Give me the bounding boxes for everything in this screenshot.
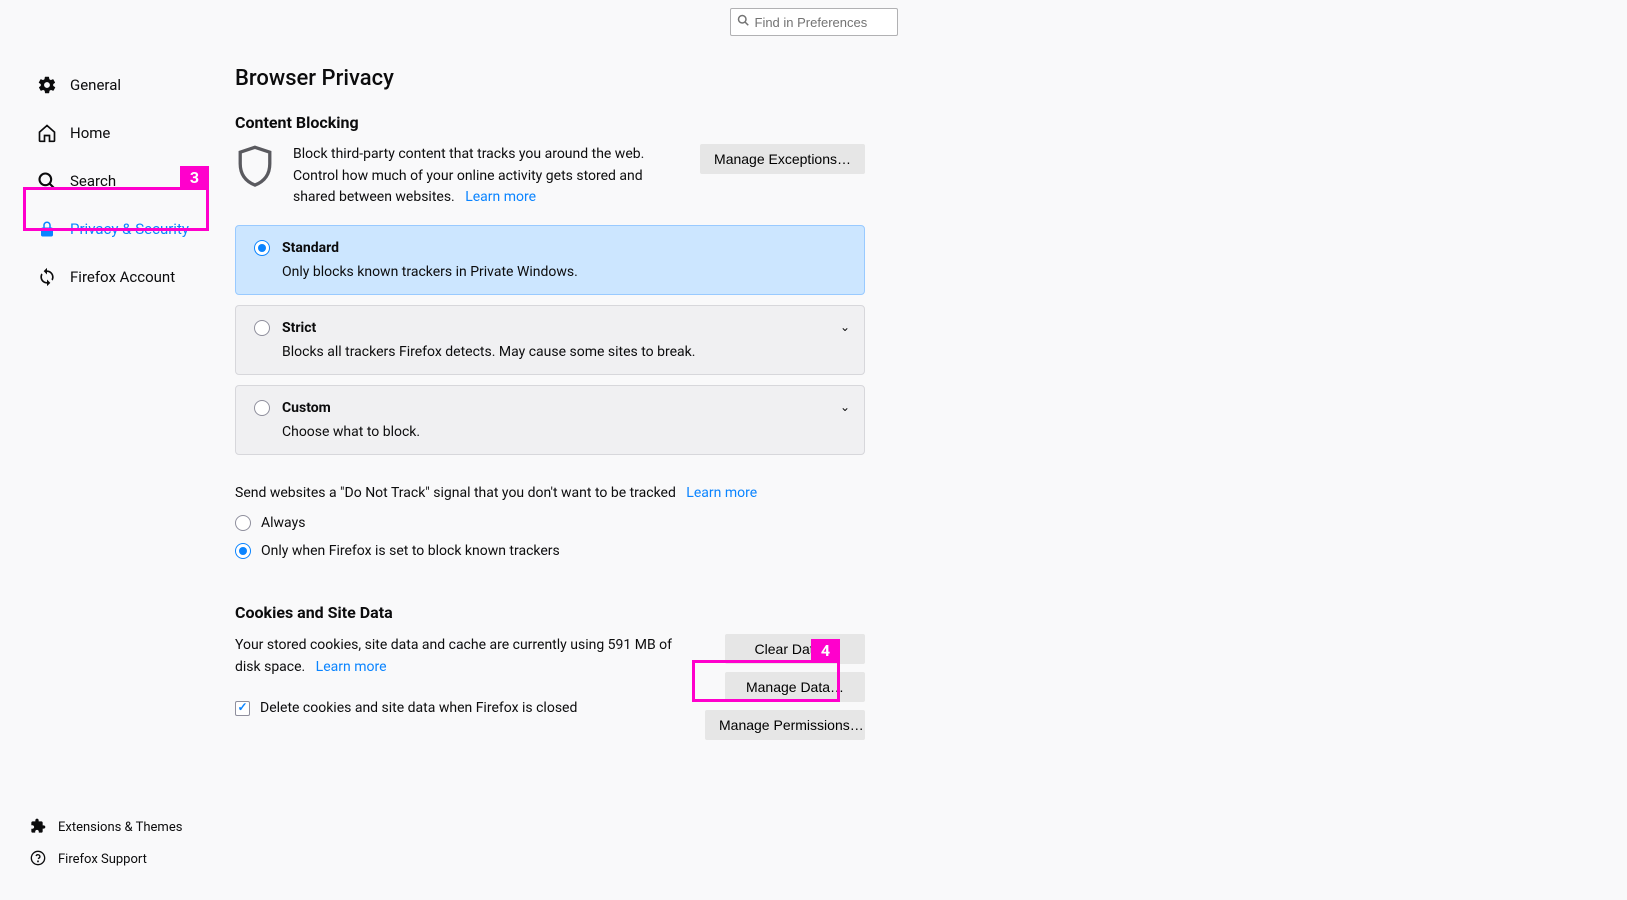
- dnt-option-block-trackers[interactable]: Only when Firefox is set to block known …: [235, 543, 865, 559]
- page-title: Browser Privacy: [235, 66, 865, 91]
- search-icon: [36, 170, 58, 192]
- radio-indicator: [254, 400, 270, 416]
- sidebar-item-label: Privacy & Security: [70, 220, 189, 238]
- radio-indicator: [235, 515, 251, 531]
- sidebar-item-privacy[interactable]: Privacy & Security: [30, 210, 215, 248]
- main-content: Browser Privacy Content Blocking Block t…: [215, 66, 865, 740]
- search-icon: [737, 14, 749, 30]
- puzzle-icon: [30, 818, 48, 836]
- dnt-option-always[interactable]: Always: [235, 515, 865, 531]
- blocking-option-strict[interactable]: ⌄ Strict Blocks all trackers Firefox det…: [235, 305, 865, 375]
- checkbox-indicator: [235, 701, 250, 716]
- gear-icon: [36, 74, 58, 96]
- sidebar-item-search[interactable]: Search: [30, 162, 215, 200]
- help-icon: [30, 850, 48, 868]
- option-title: Standard: [282, 240, 339, 256]
- blocking-option-custom[interactable]: ⌄ Custom Choose what to block.: [235, 385, 865, 455]
- sidebar-item-label: General: [70, 76, 121, 94]
- sidebar-footer-label: Extensions & Themes: [58, 820, 182, 835]
- sync-icon: [36, 266, 58, 288]
- sidebar-footer-support[interactable]: Firefox Support: [30, 850, 182, 868]
- shield-icon: [235, 144, 275, 194]
- checkbox-label: Delete cookies and site data when Firefo…: [260, 697, 577, 719]
- delete-on-close-checkbox[interactable]: Delete cookies and site data when Firefo…: [235, 697, 685, 719]
- sidebar-item-general[interactable]: General: [30, 66, 215, 104]
- option-sub: Only blocks known trackers in Private Wi…: [282, 264, 846, 280]
- sidebar-footer-extensions[interactable]: Extensions & Themes: [30, 818, 182, 836]
- option-title: Strict: [282, 320, 316, 336]
- sidebar-item-label: Firefox Account: [70, 268, 175, 286]
- search-box[interactable]: [730, 8, 898, 36]
- sidebar-item-label: Search: [70, 172, 116, 190]
- cookies-heading: Cookies and Site Data: [235, 603, 865, 622]
- blocking-option-standard[interactable]: Standard Only blocks known trackers in P…: [235, 225, 865, 295]
- manage-data-button[interactable]: Manage Data…: [725, 672, 865, 702]
- sidebar-item-label: Home: [70, 124, 110, 142]
- content-blocking-heading: Content Blocking: [235, 113, 865, 132]
- sidebar-footer-label: Firefox Support: [58, 852, 147, 867]
- sidebar-item-home[interactable]: Home: [30, 114, 215, 152]
- sidebar-item-account[interactable]: Firefox Account: [30, 258, 215, 296]
- sidebar: General Home Search Privacy & Security: [0, 66, 215, 740]
- search-input[interactable]: [755, 15, 931, 30]
- manage-exceptions-button[interactable]: Manage Exceptions…: [700, 144, 865, 174]
- dnt-learn-more-link[interactable]: Learn more: [686, 485, 757, 501]
- radio-indicator: [254, 320, 270, 336]
- home-icon: [36, 122, 58, 144]
- manage-permissions-button[interactable]: Manage Permissions…: [705, 710, 865, 740]
- clear-data-button[interactable]: Clear Data…: [725, 634, 865, 664]
- dnt-text: Send websites a "Do Not Track" signal th…: [235, 485, 676, 501]
- radio-indicator: [254, 240, 270, 256]
- chevron-down-icon: ⌄: [840, 400, 850, 414]
- option-sub: Blocks all trackers Firefox detects. May…: [282, 344, 846, 360]
- content-blocking-learn-more-link[interactable]: Learn more: [465, 189, 536, 205]
- cookies-learn-more-link[interactable]: Learn more: [316, 659, 387, 675]
- chevron-down-icon: ⌄: [840, 320, 850, 334]
- option-sub: Choose what to block.: [282, 424, 846, 440]
- dnt-option-label: Only when Firefox is set to block known …: [261, 543, 560, 559]
- cookies-desc: Your stored cookies, site data and cache…: [235, 637, 672, 675]
- option-title: Custom: [282, 400, 331, 416]
- dnt-option-label: Always: [261, 515, 305, 531]
- radio-indicator: [235, 543, 251, 559]
- lock-icon: [36, 218, 58, 240]
